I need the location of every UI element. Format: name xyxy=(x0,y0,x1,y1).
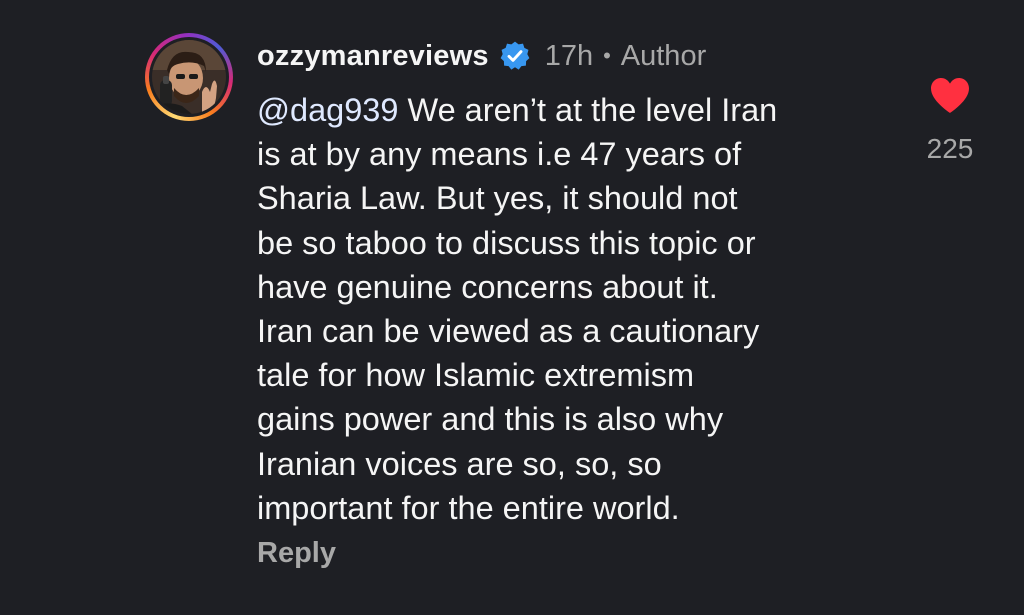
like-button[interactable] xyxy=(928,75,972,115)
like-section: 225 xyxy=(905,75,995,165)
mention-link[interactable]: @dag939 xyxy=(257,92,398,128)
username-link[interactable]: ozzymanreviews xyxy=(257,40,489,73)
comment-line: important for the entire world. xyxy=(257,489,680,526)
reply-button[interactable]: Reply xyxy=(257,537,336,570)
avatar-story-ring[interactable] xyxy=(145,33,233,121)
author-label: Author xyxy=(620,39,707,72)
comment-line: Sharia Law. But yes, it should not xyxy=(257,180,738,217)
comment-line: gains power and this is also why xyxy=(257,401,724,438)
comment-line: Iranian voices are so, so, so xyxy=(257,445,662,482)
comment-header: ozzymanreviews 17h • Author xyxy=(257,34,706,78)
comment-item: ozzymanreviews 17h • Author @dag939 We a… xyxy=(0,0,1024,615)
heart-icon xyxy=(931,78,969,113)
comment-line: tale for how Islamic extremism xyxy=(257,357,695,394)
avatar-image xyxy=(152,40,226,114)
comment-line: is at by any means i.e 47 years of xyxy=(257,136,742,173)
comment-line: be so taboo to discuss this topic or xyxy=(257,224,756,261)
avatar[interactable] xyxy=(152,40,226,114)
comment-line: have genuine concerns about it. xyxy=(257,268,718,305)
like-count[interactable]: 225 xyxy=(927,133,974,165)
comment-line: @dag939 We aren’t at the level Iran xyxy=(257,88,887,132)
comment-line: Iran can be viewed as a cautionary xyxy=(257,313,760,350)
comment-text: @dag939 We aren’t at the level Iran is a… xyxy=(257,88,887,530)
meta-separator: • xyxy=(603,43,611,68)
comment-timestamp: 17h xyxy=(544,39,594,72)
comment-line-text: We aren’t at the level Iran xyxy=(398,92,778,128)
verified-badge-icon xyxy=(499,40,531,72)
